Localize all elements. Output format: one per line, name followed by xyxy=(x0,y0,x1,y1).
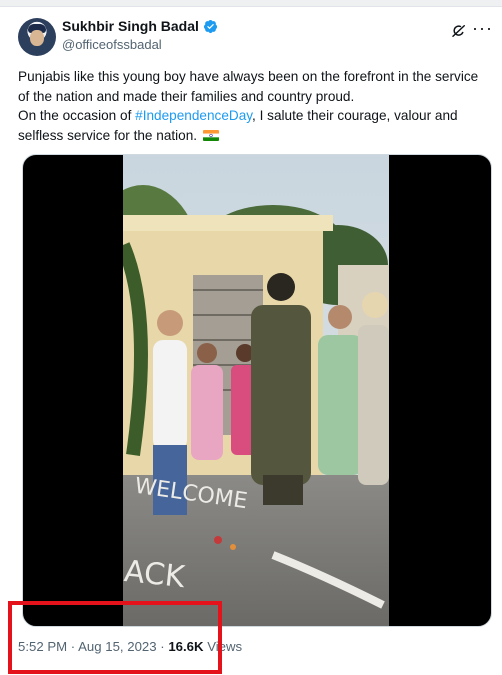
meta-separator: · xyxy=(156,639,169,654)
views-label: Views xyxy=(203,639,243,654)
tweet-line-2: On the occasion of #IndependenceDay, I s… xyxy=(18,106,480,145)
tweet-line-1: Punjabis like this young boy have always… xyxy=(18,69,479,104)
author-handle[interactable]: @officeofssbadal xyxy=(62,37,162,52)
author-name-row: Sukhbir Singh Badal xyxy=(62,18,218,34)
tweet-card[interactable]: Sukhbir Singh Badal @officeofssbadal ···… xyxy=(0,6,502,675)
avatar-face xyxy=(30,30,44,46)
meta-separator: · xyxy=(67,639,79,654)
tweet-text: Punjabis like this young boy have always… xyxy=(18,67,480,145)
author-name[interactable]: Sukhbir Singh Badal xyxy=(62,18,199,34)
avatar[interactable] xyxy=(18,18,56,56)
tweet-line-2-start: On the occasion of xyxy=(18,108,136,123)
grok-icon[interactable] xyxy=(450,22,468,40)
more-options-icon[interactable]: ··· xyxy=(472,18,493,39)
tweet-time[interactable]: 5:52 PM xyxy=(18,639,67,654)
video-player[interactable]: WELCOME ACK xyxy=(22,154,492,627)
india-flag-icon xyxy=(202,129,219,141)
verified-badge-icon xyxy=(203,19,217,33)
hashtag-link[interactable]: #IndependenceDay xyxy=(135,108,252,123)
tweet-date[interactable]: Aug 15, 2023 xyxy=(78,639,156,654)
tweet-meta: 5:52 PM · Aug 15, 2023 · 16.6K Views xyxy=(18,639,242,654)
svg-text:ACK: ACK xyxy=(123,554,188,595)
views-count: 16.6K xyxy=(168,639,204,654)
video-frame: WELCOME ACK xyxy=(123,155,389,626)
